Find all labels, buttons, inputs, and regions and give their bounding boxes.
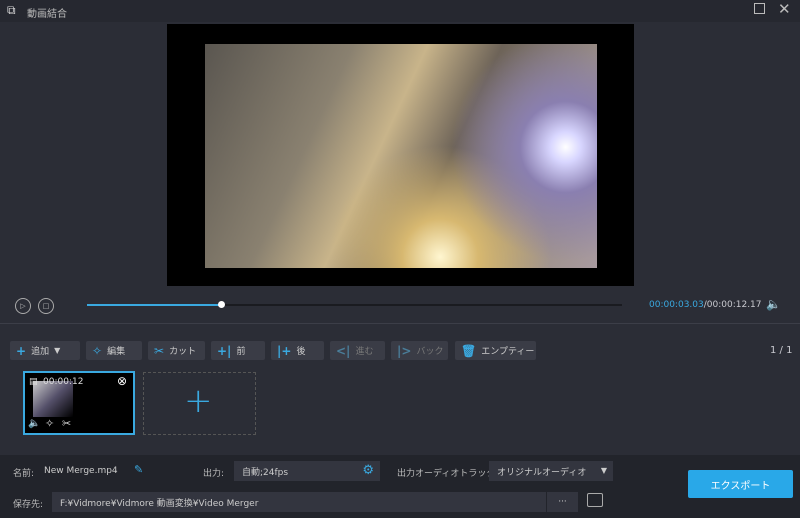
volume-icon[interactable]: 🔈 xyxy=(766,297,781,311)
forward-button[interactable]: <| 進む xyxy=(330,341,385,360)
chevron-down-icon: ▼ xyxy=(600,466,607,475)
seek-handle[interactable] xyxy=(217,301,225,308)
gear-icon[interactable]: ⚙ xyxy=(362,463,374,478)
save-path-field[interactable]: F:¥Vidmore¥Vidmore 動画変換¥Video Merger ··· xyxy=(52,492,578,512)
merge-icon: ⧉ xyxy=(7,3,16,17)
film-icon: ▤ xyxy=(29,377,38,387)
browse-button[interactable]: ··· xyxy=(546,492,578,512)
scissors-icon[interactable]: ✂ xyxy=(62,417,71,430)
insert-after-icon: |+ xyxy=(277,343,292,358)
folder-icon[interactable] xyxy=(587,493,603,507)
chevron-left-icon: <| xyxy=(336,343,351,358)
add-clip-slot[interactable]: + xyxy=(143,372,256,435)
chevron-right-icon: |> xyxy=(397,343,412,358)
seek-progress xyxy=(87,304,221,306)
add-button[interactable]: + 追加 ▼ xyxy=(10,341,80,360)
pencil-icon[interactable]: ✎ xyxy=(134,463,143,476)
window-title: 動画結合 xyxy=(27,9,67,20)
output-format-field[interactable]: 自動;24fps ⚙ xyxy=(234,461,380,481)
magic-wand-icon[interactable]: ✧ xyxy=(45,417,54,430)
volume-icon[interactable]: 🔈 xyxy=(28,418,40,429)
close-button[interactable]: ✕ xyxy=(778,0,791,18)
clip-duration: 00:00:12 xyxy=(43,377,84,387)
export-button[interactable]: エクスポート xyxy=(688,470,793,498)
page-indicator: 1 / 1 xyxy=(770,345,793,356)
audio-track-label: 出力オーディオトラック: xyxy=(397,469,499,479)
trash-icon: 🗑 xyxy=(461,343,477,358)
name-label: 名前: xyxy=(13,469,35,479)
edit-button[interactable]: ✧ 編集 xyxy=(86,341,142,360)
plus-icon: + xyxy=(16,343,27,358)
save-path-label: 保存先: xyxy=(13,500,44,510)
magic-wand-icon: ✧ xyxy=(92,343,103,358)
insert-before-icon: +| xyxy=(217,343,232,358)
audio-track-value: オリジナルオーディオ xyxy=(497,467,587,478)
total-time: /00:00:12.17 xyxy=(703,300,762,310)
current-time: 00:00:03.03 xyxy=(649,300,704,310)
save-path-value: F:¥Vidmore¥Vidmore 動画変換¥Video Merger xyxy=(60,498,259,509)
front-button[interactable]: +| 前 xyxy=(211,341,265,360)
output-label: 出力: xyxy=(203,469,225,479)
audio-track-select[interactable]: オリジナルオーディオ ▼ xyxy=(489,461,613,481)
output-value: 自動;24fps xyxy=(242,467,289,478)
cut-button[interactable]: ✂ カット xyxy=(148,341,205,360)
video-preview xyxy=(167,24,634,286)
title-bar: ⧉ 動画結合 ✕ xyxy=(0,0,800,22)
backward-button[interactable]: |> バック xyxy=(391,341,448,360)
video-frame xyxy=(205,44,597,268)
plus-icon: + xyxy=(184,381,213,421)
remove-clip-icon[interactable]: ⊗ xyxy=(117,374,127,388)
back-button[interactable]: |+ 後 xyxy=(271,341,324,360)
scissors-icon: ✂ xyxy=(154,343,165,358)
empty-button[interactable]: 🗑 エンプティー xyxy=(455,341,536,360)
maximize-button[interactable] xyxy=(754,3,765,14)
play-button[interactable]: ▷ xyxy=(15,298,31,314)
name-value: New Merge.mp4 xyxy=(44,466,118,476)
stop-button[interactable]: □ xyxy=(38,298,54,314)
clip-thumbnail[interactable]: ▤ 00:00:12 ⊗ 🔈 ✧ ✂ xyxy=(23,371,135,435)
